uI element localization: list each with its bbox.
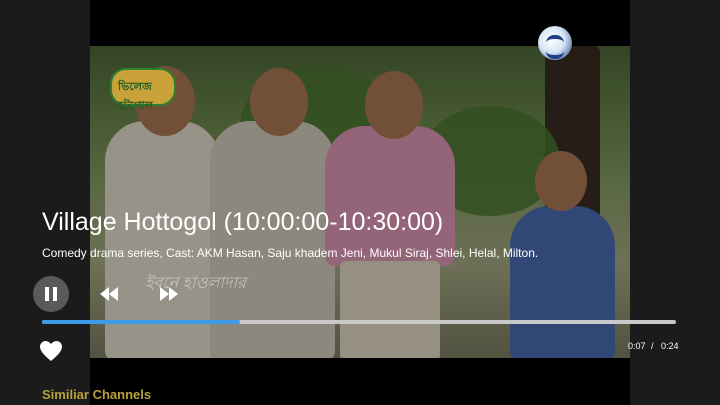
seek-bar-progress bbox=[42, 320, 240, 324]
show-logo-text: ভিলেজ হটগোল bbox=[118, 81, 153, 112]
controls-scrim[interactable] bbox=[0, 0, 720, 405]
fast-forward-button[interactable] bbox=[160, 285, 182, 303]
fast-forward-icon bbox=[160, 287, 178, 301]
show-logo: ভিলেজ হটগোল bbox=[110, 68, 176, 112]
seek-bar[interactable] bbox=[42, 320, 676, 324]
favorite-button[interactable] bbox=[39, 340, 63, 362]
duration-time: 0:24 bbox=[661, 341, 679, 351]
channel-logo-icon bbox=[538, 26, 572, 60]
pause-icon bbox=[43, 287, 59, 301]
program-description: Comedy drama series, Cast: AKM Hasan, Sa… bbox=[42, 246, 539, 260]
rewind-button[interactable] bbox=[100, 285, 122, 303]
rewind-icon bbox=[100, 287, 118, 301]
program-title: Village Hottogol (10:00:00-10:30:00) bbox=[42, 208, 444, 236]
time-separator: / bbox=[651, 341, 654, 351]
pause-button[interactable] bbox=[33, 276, 69, 312]
heart-icon bbox=[40, 341, 62, 361]
similar-channels-heading: Similiar Channels bbox=[42, 387, 152, 402]
current-time: 0:07 bbox=[628, 341, 646, 351]
